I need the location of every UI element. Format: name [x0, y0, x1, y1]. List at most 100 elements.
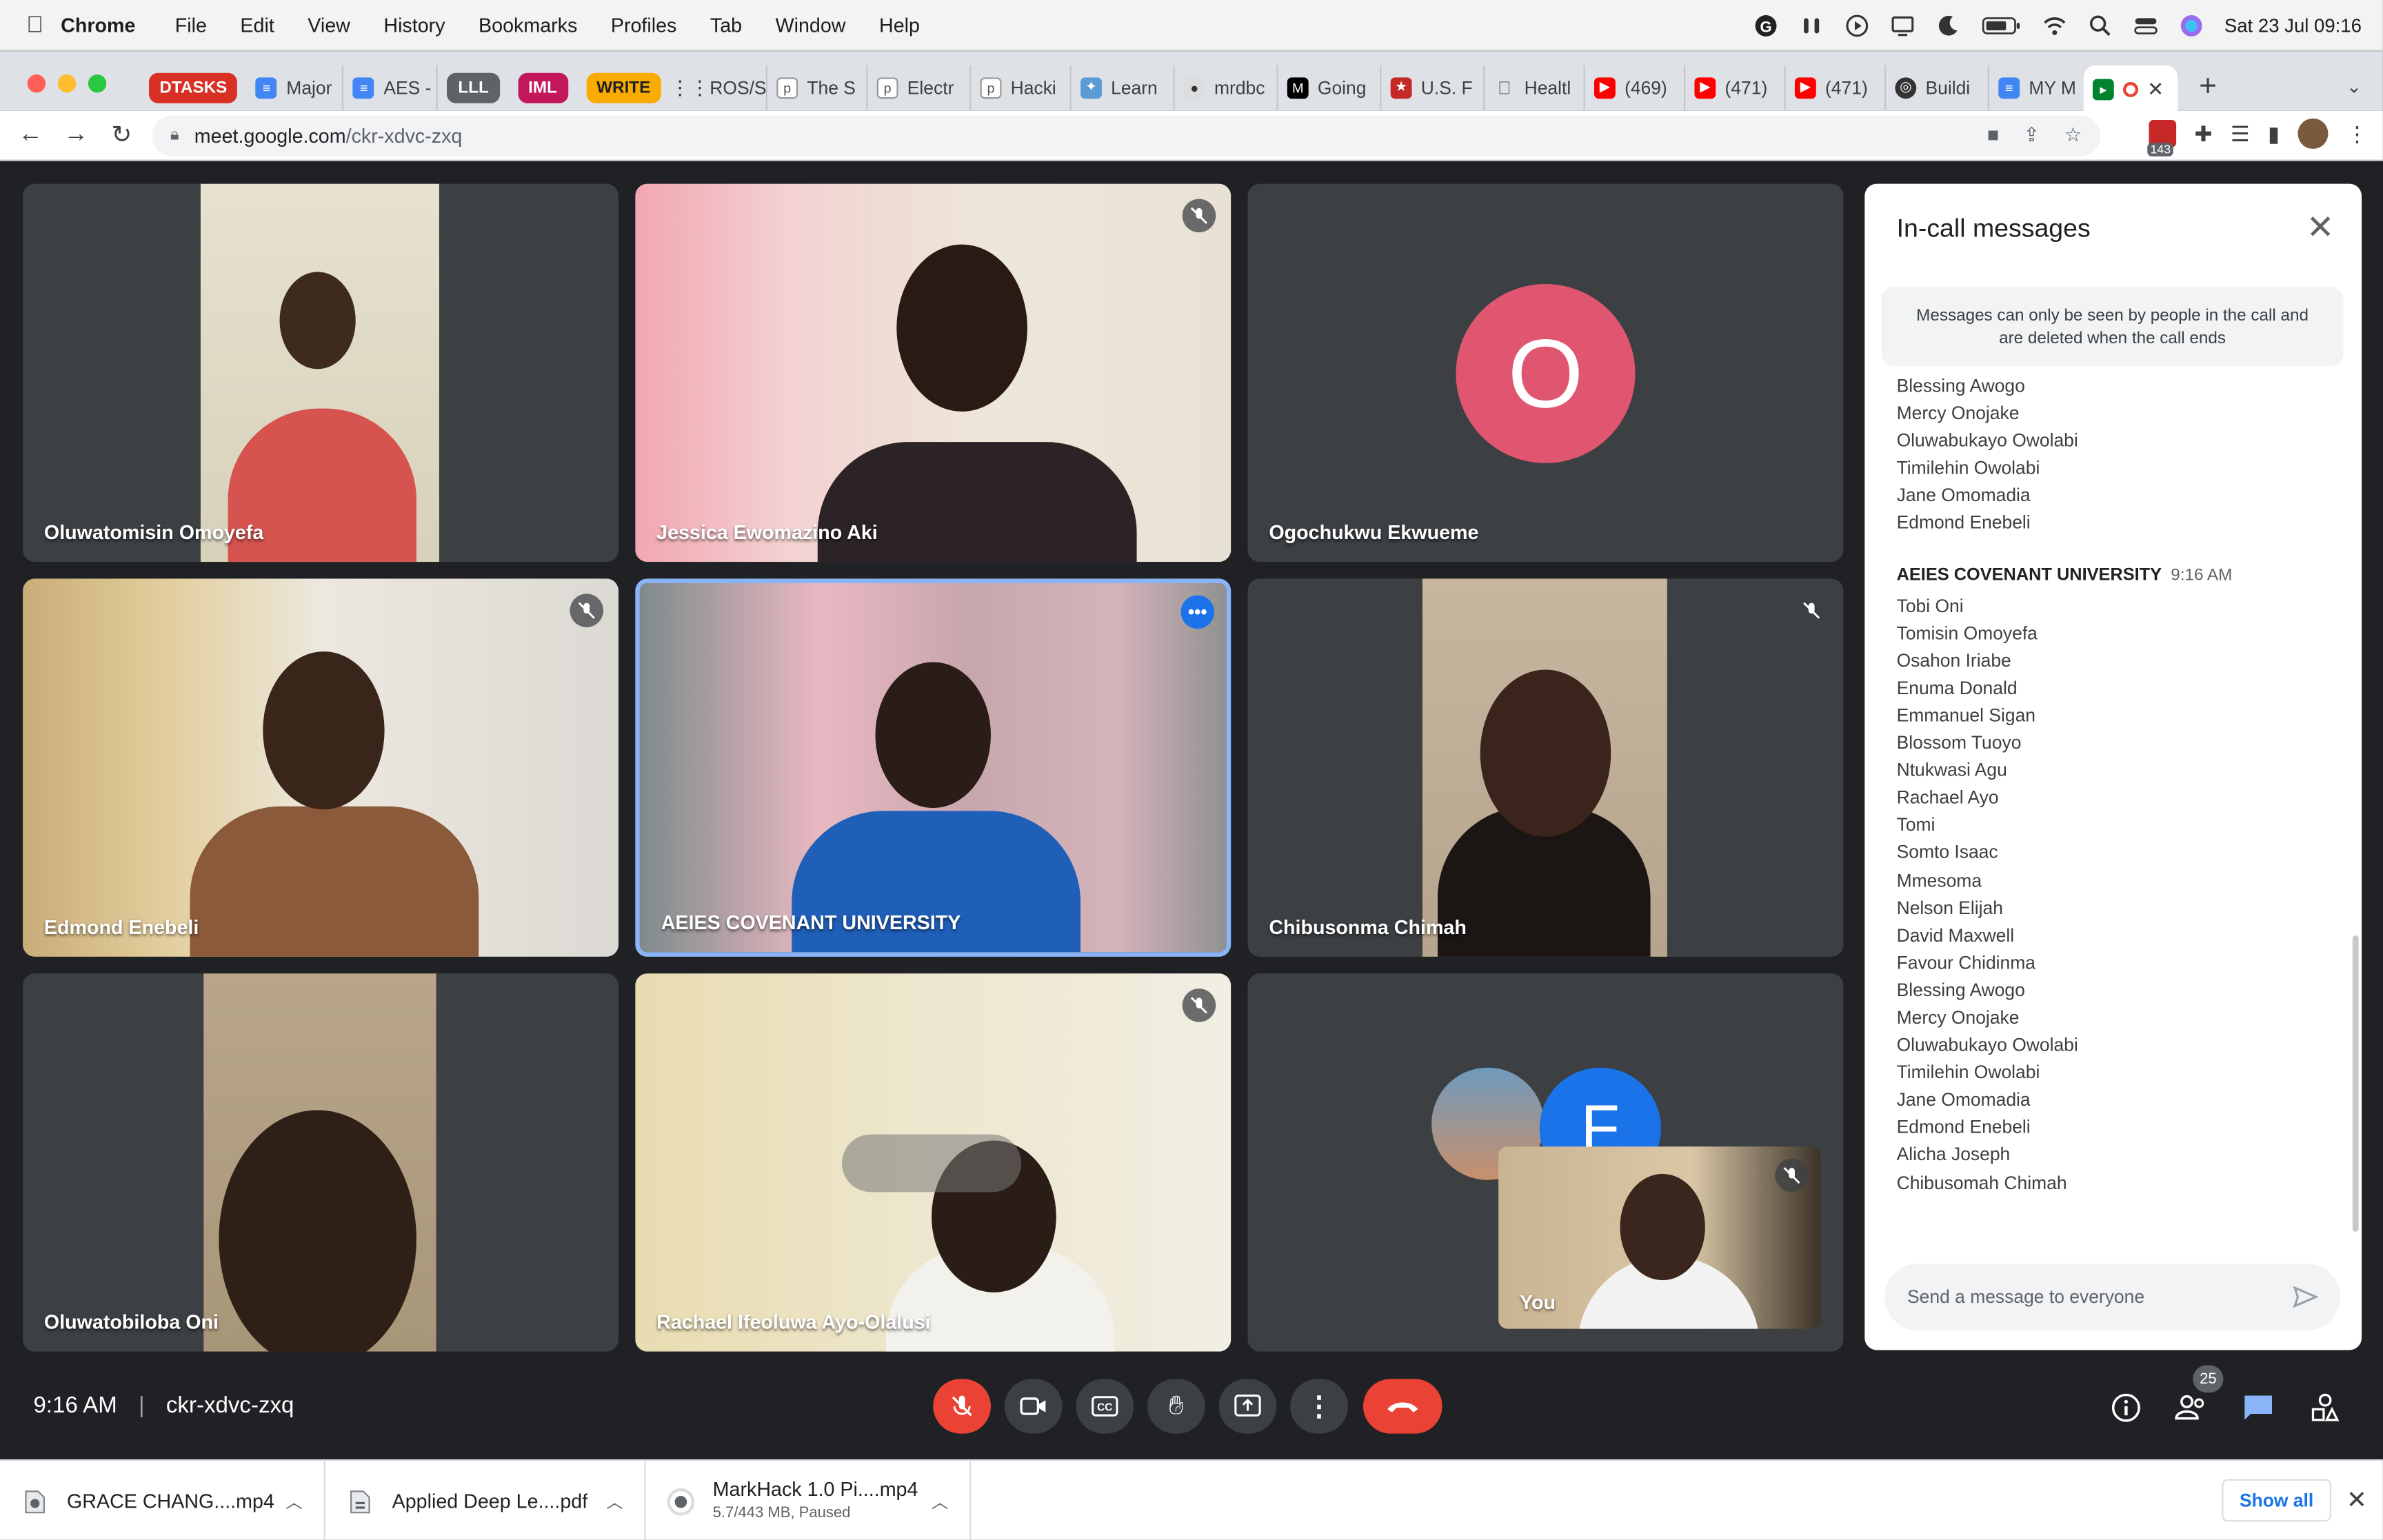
- forward-arrow-icon[interactable]: →: [53, 121, 99, 149]
- airpods-icon[interactable]: [1799, 13, 1823, 37]
- tab-youtube-471b[interactable]: ▶ (471): [1786, 64, 1887, 110]
- people-button[interactable]: [2173, 1390, 2210, 1426]
- siri-icon[interactable]: [2179, 13, 2203, 37]
- leave-call-button[interactable]: [1363, 1379, 1442, 1434]
- captions-button[interactable]: CC: [1076, 1379, 1134, 1434]
- send-icon[interactable]: [2292, 1284, 2320, 1315]
- bookmark-star-icon[interactable]: ☆: [2064, 123, 2082, 147]
- menu-edit[interactable]: Edit: [240, 14, 274, 37]
- control-center-icon[interactable]: [2133, 13, 2158, 37]
- tab-us-f[interactable]: ★ U.S. F: [1381, 64, 1485, 110]
- participant-tile[interactable]: Oluwatomisin Omoyefa: [23, 183, 619, 563]
- tab-mrdbc[interactable]: ● mrdbc: [1175, 64, 1278, 110]
- back-arrow-icon[interactable]: ←: [8, 121, 53, 149]
- grammarly-icon[interactable]: G: [1753, 13, 1778, 37]
- chevron-up-icon[interactable]: ︿: [932, 1489, 948, 1513]
- tab-the-s[interactable]: p The S: [767, 64, 868, 110]
- share-icon[interactable]: ⇪: [2023, 123, 2040, 147]
- reload-icon[interactable]: ↻: [99, 120, 144, 150]
- download-item[interactable]: Applied Deep Le....pdf ︿: [325, 1461, 646, 1540]
- menu-view[interactable]: View: [308, 14, 350, 37]
- tab-buildi[interactable]: ◎ Buildi: [1886, 64, 1990, 110]
- message-list[interactable]: Blessing Awogo Mercy Onojake Oluwabukayo…: [1897, 372, 2337, 1196]
- meeting-code[interactable]: ckr-xdvc-zxq: [166, 1392, 294, 1418]
- camera-button[interactable]: [1004, 1379, 1063, 1434]
- play-icon[interactable]: [1844, 13, 1869, 37]
- wifi-icon[interactable]: [2042, 13, 2066, 37]
- meeting-details-button[interactable]: [2108, 1390, 2144, 1426]
- tab-major[interactable]: ≡ Major: [247, 64, 345, 110]
- close-window-button[interactable]: [27, 74, 46, 93]
- message-input[interactable]: Send a message to everyone: [1884, 1263, 2341, 1330]
- extension-calendar-icon[interactable]: 143: [2147, 120, 2177, 156]
- participant-tile-pinned[interactable]: ••• AEIES COVENANT UNIVERSITY: [635, 578, 1231, 957]
- menu-file[interactable]: File: [175, 14, 207, 37]
- tab-youtube-471a[interactable]: ▶ (471): [1685, 64, 1786, 110]
- reading-list-icon[interactable]: ☰: [2231, 121, 2250, 146]
- chevron-up-icon[interactable]: ︿: [606, 1489, 623, 1513]
- menu-profiles[interactable]: Profiles: [611, 14, 677, 37]
- apple-icon[interactable]: : [9, 12, 61, 38]
- participant-tile-self-group[interactable]: F You: [1247, 973, 1844, 1352]
- tab-learn[interactable]: ✦ Learn: [1072, 64, 1175, 110]
- raise-hand-button[interactable]: ✋︎: [1147, 1379, 1205, 1434]
- spotlight-search-icon[interactable]: [2088, 13, 2112, 37]
- microphone-off-button[interactable]: [933, 1379, 992, 1434]
- extensions-puzzle-icon[interactable]: ✚: [2195, 121, 2213, 146]
- camera-in-use-icon[interactable]: ■: [1987, 123, 1999, 147]
- tab-electr[interactable]: p Electr: [867, 64, 972, 110]
- close-icon[interactable]: ✕: [2346, 1486, 2367, 1516]
- participant-tile[interactable]: O Ogochukwu Ekwueme: [1247, 183, 1844, 563]
- participant-tile[interactable]: Rachael Ifeoluwa Ayo-Olalusi: [635, 973, 1231, 1352]
- participant-tile[interactable]: Oluwatobiloba Oni: [23, 973, 619, 1352]
- menu-history[interactable]: History: [383, 14, 445, 37]
- close-icon[interactable]: ✕: [2306, 210, 2335, 244]
- battery-icon[interactable]: [1981, 13, 2020, 37]
- participant-tile[interactable]: Edmond Enebeli: [23, 578, 619, 957]
- menu-tab[interactable]: Tab: [710, 14, 742, 37]
- screen-mirroring-icon[interactable]: [1890, 13, 1914, 37]
- tab-group-write[interactable]: WRITE: [585, 72, 661, 103]
- download-item[interactable]: GRACE CHANG....mp4 ︿: [0, 1461, 325, 1540]
- close-tab-icon[interactable]: ✕: [2147, 77, 2164, 101]
- participant-tile[interactable]: Jessica Ewomazino Aki: [635, 183, 1231, 563]
- tab-group-lll[interactable]: LLL: [447, 72, 500, 103]
- tab-google-meet-active[interactable]: ▸ ✕: [2083, 64, 2178, 115]
- tab-group-iml[interactable]: IML: [517, 72, 568, 103]
- menu-window[interactable]: Window: [776, 14, 846, 37]
- tab-hacki[interactable]: p Hacki: [971, 64, 1072, 110]
- participant-tile[interactable]: Chibusonma Chimah: [1247, 578, 1844, 957]
- profile-avatar[interactable]: [2297, 118, 2329, 149]
- more-options-button[interactable]: ⋮: [1290, 1379, 1348, 1434]
- self-view[interactable]: You: [1498, 1146, 1821, 1329]
- show-all-downloads-button[interactable]: Show all: [2222, 1479, 2331, 1522]
- tab-ros[interactable]: ⋮⋮ ROS/S: [670, 64, 768, 110]
- chevron-up-icon[interactable]: ︿: [285, 1489, 302, 1513]
- tab-youtube-469[interactable]: ▶ (469): [1585, 64, 1686, 110]
- chat-button[interactable]: [2240, 1390, 2277, 1426]
- more-options-icon[interactable]: •••: [1180, 595, 1214, 629]
- address-bar[interactable]: 🔒︎ meet.google.com/ckr-xdvc-zxq ■ ⇪ ☆: [152, 115, 2100, 156]
- side-panel-icon[interactable]: ▮: [2268, 121, 2280, 146]
- download-item[interactable]: MarkHack 1.0 Pi....mp4 5.7/443 MB, Pause…: [646, 1461, 972, 1540]
- tab-title: Healtl: [1524, 77, 1571, 99]
- tab-my-m[interactable]: ≡ MY M: [1989, 65, 2084, 110]
- focus-moon-icon[interactable]: [1935, 13, 1960, 37]
- tab-aes[interactable]: ≡ AES -: [344, 64, 439, 110]
- lock-icon[interactable]: 🔒︎: [170, 126, 179, 146]
- new-tab-button[interactable]: +: [2199, 70, 2217, 105]
- activities-button[interactable]: [2307, 1390, 2344, 1426]
- menubar-clock[interactable]: Sat 23 Jul 09:16: [2224, 14, 2362, 36]
- chrome-menu-icon[interactable]: ⋮: [2346, 121, 2368, 146]
- tab-search-chevron-icon[interactable]: ⌄: [2346, 76, 2362, 97]
- chat-scrollbar[interactable]: [2352, 935, 2359, 1232]
- zoom-window-button[interactable]: [88, 74, 107, 93]
- tab-group-dtasks[interactable]: DTASKS: [148, 72, 238, 103]
- minimize-window-button[interactable]: [57, 74, 77, 93]
- menu-chrome[interactable]: Chrome: [61, 14, 135, 37]
- tab-going[interactable]: M Going: [1278, 64, 1382, 110]
- tab-health[interactable]:  Healtl: [1485, 64, 1585, 110]
- present-screen-button[interactable]: [1218, 1379, 1277, 1434]
- menu-help[interactable]: Help: [879, 14, 920, 37]
- menu-bookmarks[interactable]: Bookmarks: [479, 14, 577, 37]
